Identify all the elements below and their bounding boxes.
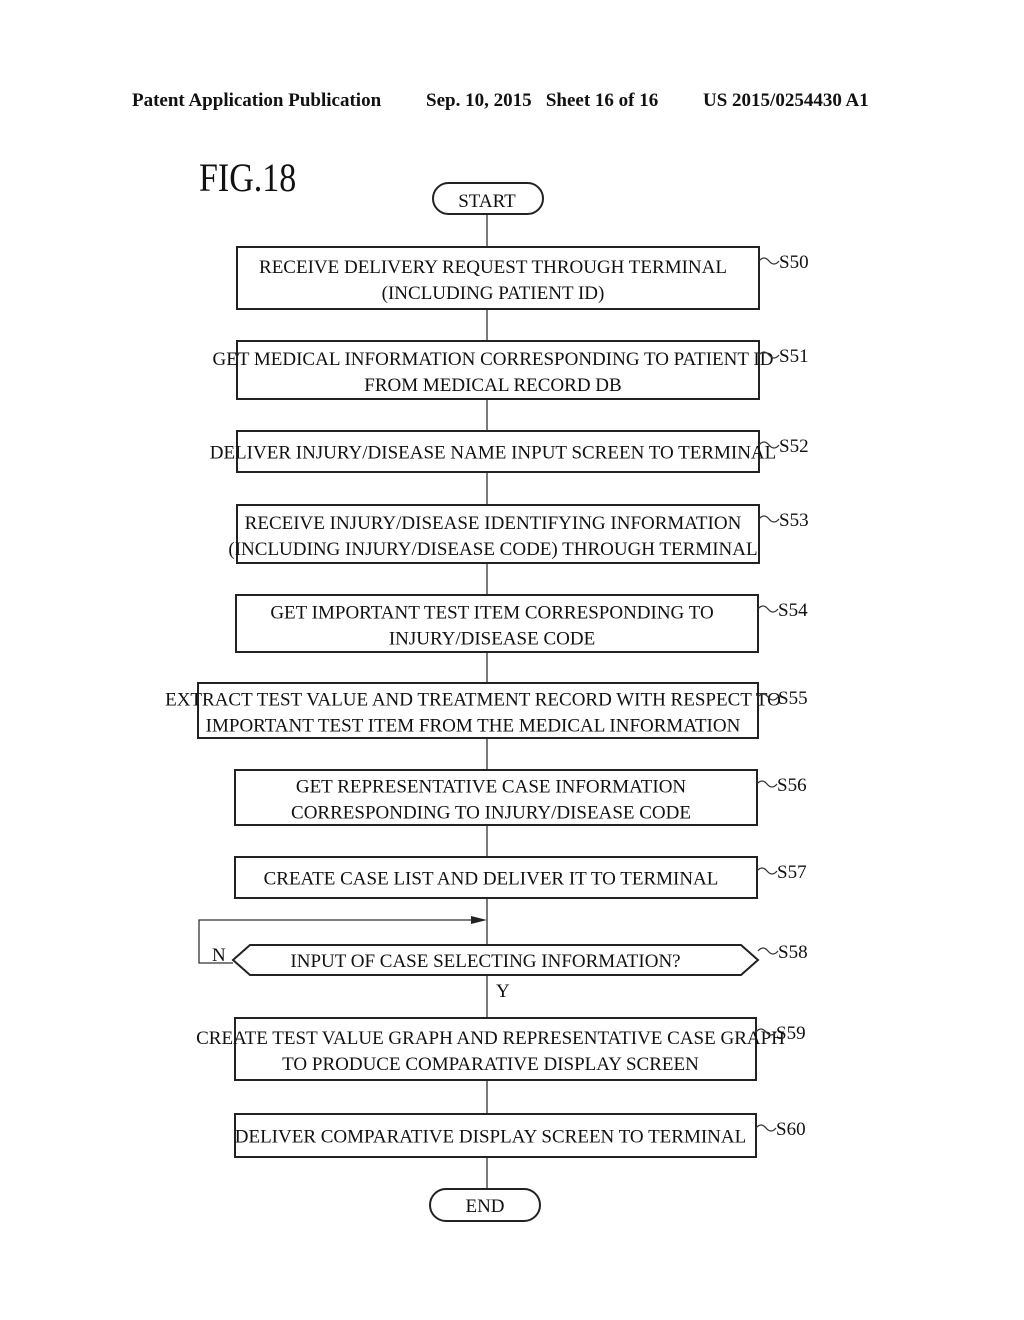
step-text-line: CORRESPONDING TO INJURY/DISEASE CODE xyxy=(291,803,691,824)
process-step-s50: RECEIVE DELIVERY REQUEST THROUGH TERMINA… xyxy=(236,246,760,310)
start-label: START xyxy=(458,191,516,212)
process-step-s56: GET REPRESENTATIVE CASE INFORMATION CORRE… xyxy=(234,769,758,826)
step-id: S59 xyxy=(776,1023,806,1044)
step-text-line: INJURY/DISEASE CODE xyxy=(389,629,595,650)
step-ref-s57: S57 xyxy=(756,862,807,883)
step-ref-s60: S60 xyxy=(755,1119,806,1140)
step-ref-s53: S53 xyxy=(758,510,809,531)
step-text-line: CREATE CASE LIST AND DELIVER IT TO TERMI… xyxy=(264,869,719,890)
step-text-line: GET REPRESENTATIVE CASE INFORMATION xyxy=(296,777,687,798)
step-id: S50 xyxy=(779,252,809,273)
process-step-s60: DELIVER COMPARATIVE DISPLAY SCREEN TO TE… xyxy=(234,1113,757,1158)
process-step-s57: CREATE CASE LIST AND DELIVER IT TO TERMI… xyxy=(234,856,758,899)
step-ref-s50: S50 xyxy=(758,252,809,273)
decision-text: INPUT OF CASE SELECTING INFORMATION? xyxy=(290,951,680,972)
arrow-head-icon xyxy=(471,916,487,924)
step-ref-s54: S54 xyxy=(757,600,808,621)
flowchart: START END RECEIVE DELIVERY REQUEST THROUGH… xyxy=(165,182,809,1222)
step-text-line: TO PRODUCE COMPARATIVE DISPLAY SCREEN xyxy=(282,1054,699,1075)
process-step-s59: CREATE TEST VALUE GRAPH AND REPRESENTATI… xyxy=(196,1017,785,1081)
step-id: S55 xyxy=(778,688,808,709)
process-step-s55: EXTRACT TEST VALUE AND TREATMENT RECORD … xyxy=(165,682,781,739)
step-text-line: GET MEDICAL INFORMATION CORRESPONDING TO… xyxy=(213,349,774,370)
no-label: N xyxy=(212,945,226,966)
step-text-line: (INCLUDING PATIENT ID) xyxy=(382,283,605,304)
process-step-s52: DELIVER INJURY/DISEASE NAME INPUT SCREEN… xyxy=(210,430,777,473)
step-text-line: RECEIVE INJURY/DISEASE IDENTIFYING INFOR… xyxy=(245,513,742,534)
process-step-s54: GET IMPORTANT TEST ITEM CORRESPONDING TO… xyxy=(235,594,759,653)
step-text-line: (INCLUDING INJURY/DISEASE CODE) THROUGH … xyxy=(228,539,757,560)
step-id: S60 xyxy=(776,1119,806,1140)
step-id: S58 xyxy=(778,942,808,963)
yes-label: Y xyxy=(496,981,510,1002)
end-label: END xyxy=(465,1196,504,1217)
step-text-line: CREATE TEST VALUE GRAPH AND REPRESENTATI… xyxy=(196,1028,785,1049)
step-text-line: DELIVER COMPARATIVE DISPLAY SCREEN TO TE… xyxy=(235,1127,746,1148)
process-step-s51: GET MEDICAL INFORMATION CORRESPONDING TO… xyxy=(213,340,774,400)
step-text-line: IMPORTANT TEST ITEM FROM THE MEDICAL INF… xyxy=(206,716,741,737)
step-id: S51 xyxy=(779,346,809,367)
step-text-line: DELIVER INJURY/DISEASE NAME INPUT SCREEN… xyxy=(210,443,777,464)
step-text-line: RECEIVE DELIVERY REQUEST THROUGH TERMINA… xyxy=(259,257,727,278)
end-terminal: END xyxy=(429,1188,541,1222)
start-terminal: START xyxy=(432,182,544,215)
step-id: S56 xyxy=(777,775,807,796)
process-step-s53: RECEIVE INJURY/DISEASE IDENTIFYING INFOR… xyxy=(228,504,760,564)
decision-s58: INPUT OF CASE SELECTING INFORMATION? N Y xyxy=(212,944,760,1002)
step-id: S54 xyxy=(778,600,808,621)
step-id: S53 xyxy=(779,510,809,531)
step-text-line: GET IMPORTANT TEST ITEM CORRESPONDING TO xyxy=(270,603,713,624)
step-text-line: EXTRACT TEST VALUE AND TREATMENT RECORD … xyxy=(165,690,781,711)
step-id: S52 xyxy=(779,436,809,457)
step-id: S57 xyxy=(777,862,807,883)
step-text-line: FROM MEDICAL RECORD DB xyxy=(364,375,621,396)
step-ref-s56: S56 xyxy=(756,775,807,796)
step-ref-s58: S58 xyxy=(757,942,808,963)
